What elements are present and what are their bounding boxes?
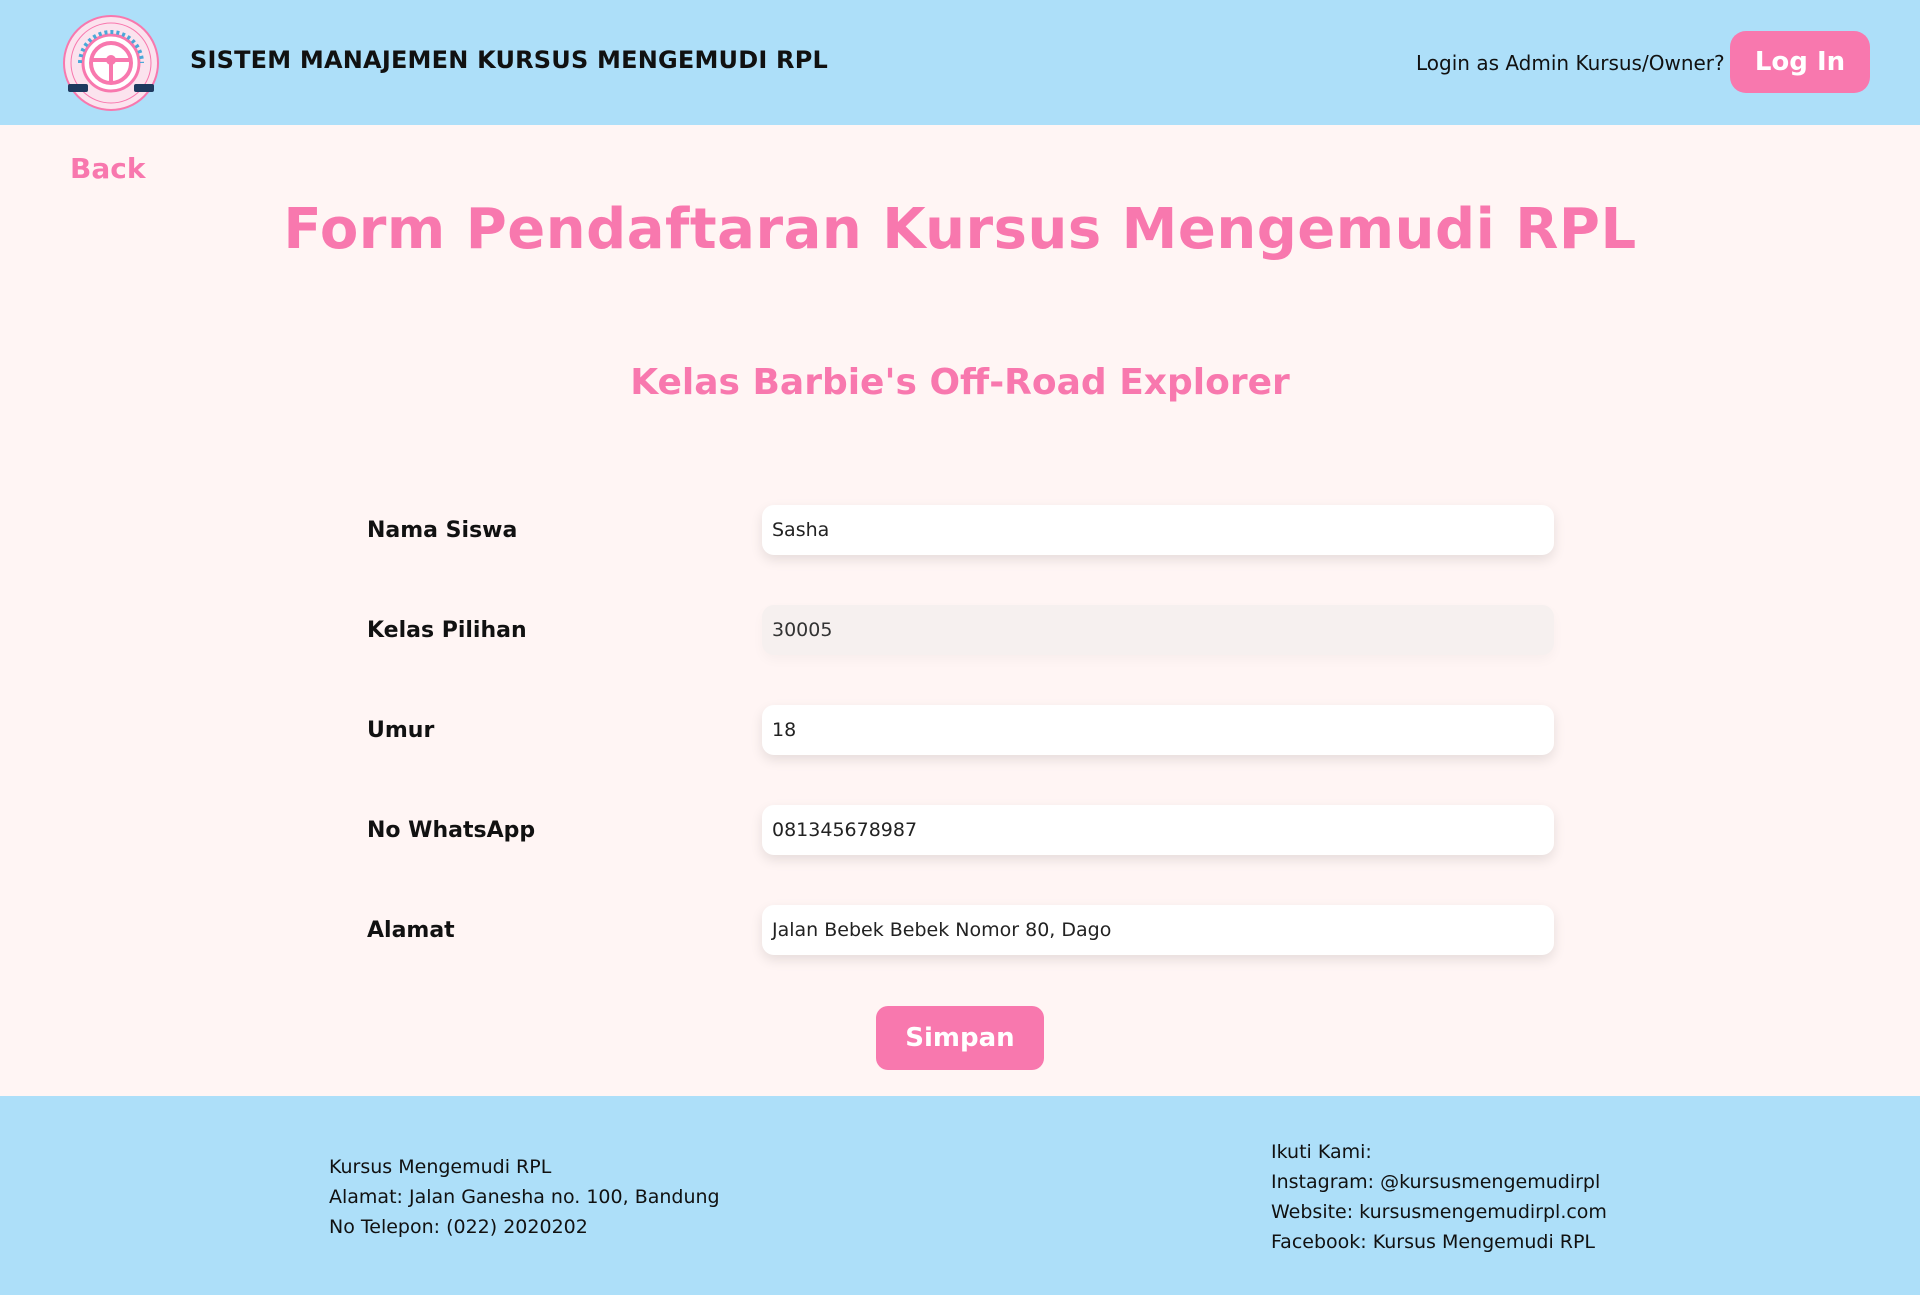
footer-contact: Kursus Mengemudi RPL Alamat: Jalan Ganes… — [329, 1152, 720, 1242]
nama-siswa-input[interactable]: Sasha — [762, 505, 1554, 555]
kelas-pilihan-input: 30005 — [762, 605, 1554, 655]
form-row-no-whatsapp: No WhatsApp 081345678987 — [367, 805, 1554, 855]
back-link[interactable]: Back — [70, 152, 145, 185]
page-title: Form Pendaftaran Kursus Mengemudi RPL — [283, 197, 1637, 262]
footer-instagram[interactable]: Instagram: @kursusmengemudirpl — [1271, 1167, 1607, 1197]
simpan-button[interactable]: Simpan — [876, 1006, 1044, 1070]
nama-siswa-label: Nama Siswa — [367, 518, 518, 543]
footer-website[interactable]: Website: kursusmengemudirpl.com — [1271, 1197, 1607, 1227]
form-row-umur: Umur 18 — [367, 705, 1554, 755]
brand-title: SISTEM MANAJEMEN KURSUS MENGEMUDI RPL — [190, 46, 829, 74]
umur-label: Umur — [367, 718, 435, 743]
kelas-pilihan-label: Kelas Pilihan — [367, 618, 527, 643]
alamat-label: Alamat — [367, 918, 455, 943]
site-footer: Kursus Mengemudi RPL Alamat: Jalan Ganes… — [0, 1096, 1920, 1295]
footer-company-name: Kursus Mengemudi RPL — [329, 1156, 552, 1178]
alamat-input[interactable]: Jalan Bebek Bebek Nomor 80, Dago — [762, 905, 1554, 955]
no-whatsapp-input[interactable]: 081345678987 — [762, 805, 1554, 855]
site-header: SISTEM MANAJEMEN KURSUS MENGEMUDI RPL Lo… — [0, 0, 1920, 125]
login-button[interactable]: Log In — [1730, 31, 1870, 93]
form-row-kelas-pilihan: Kelas Pilihan 30005 — [367, 605, 1554, 655]
umur-input[interactable]: 18 — [762, 705, 1554, 755]
form-row-alamat: Alamat Jalan Bebek Bebek Nomor 80, Dago — [367, 905, 1554, 955]
admin-login-prompt: Login as Admin Kursus/Owner? — [1416, 51, 1725, 75]
class-title: Kelas Barbie's Off-Road Explorer — [630, 362, 1290, 403]
footer-social-heading: Ikuti Kami: — [1271, 1141, 1372, 1163]
no-whatsapp-label: No WhatsApp — [367, 818, 536, 843]
form-row-nama-siswa: Nama Siswa Sasha — [367, 505, 1554, 555]
footer-phone: No Telepon: (022) 2020202 — [329, 1216, 588, 1238]
footer-address: Alamat: Jalan Ganesha no. 100, Bandung — [329, 1186, 720, 1208]
footer-facebook[interactable]: Facebook: Kursus Mengemudi RPL — [1271, 1227, 1607, 1257]
steering-wheel-logo-icon[interactable] — [62, 14, 160, 112]
footer-social: Ikuti Kami: Instagram: @kursusmengemudir… — [1271, 1137, 1607, 1257]
